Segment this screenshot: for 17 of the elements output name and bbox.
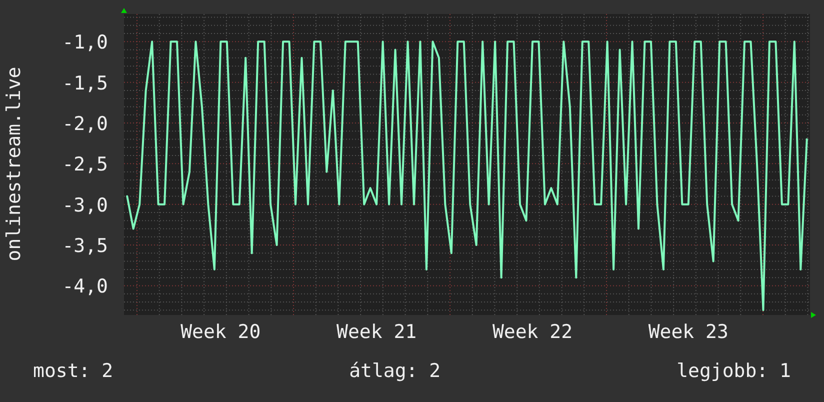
x-tick-label: Week 22: [492, 321, 573, 343]
arrow-icon: [811, 312, 816, 318]
y-tick-label: -2,0: [62, 113, 108, 135]
y-tick-label: -1,0: [62, 32, 108, 54]
x-tick-label: Week 20: [180, 321, 261, 343]
x-tick-label: Week 21: [336, 321, 417, 343]
y-tick-label: -3,0: [62, 194, 108, 216]
stat-text: átlag: 2: [349, 360, 441, 382]
stat-text: legjobb: 1: [676, 360, 791, 382]
y-tick-label: -4,0: [62, 276, 108, 298]
x-tick-label: Week 23: [648, 321, 728, 343]
stat-text: most: 2: [33, 360, 114, 382]
y-tick-label: -2,5: [62, 154, 108, 176]
arrow-icon: [121, 8, 127, 13]
y-tick-label: -3,5: [62, 235, 108, 258]
y-tick-label: -1,5: [62, 72, 108, 94]
y-axis-label: onlinestream.live: [3, 66, 25, 262]
